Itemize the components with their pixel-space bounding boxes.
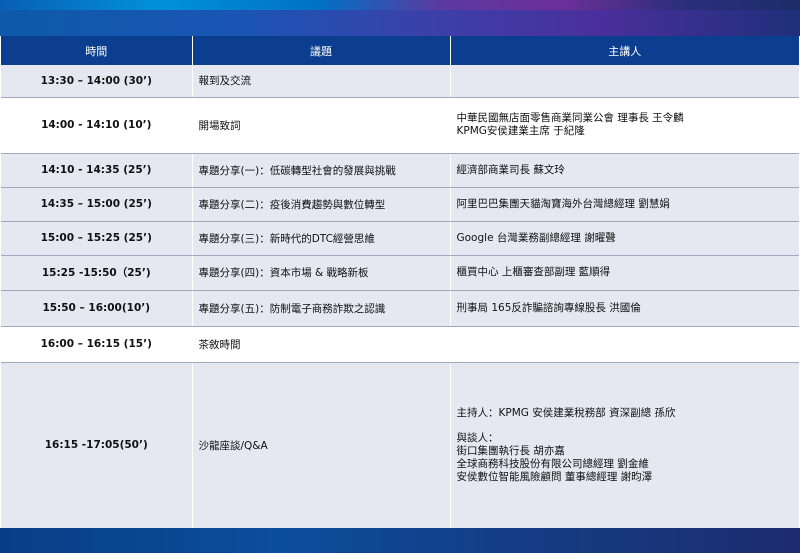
row-speaker [450, 65, 799, 98]
header-time: 時間 [1, 36, 193, 65]
speaker-line: 安侯數位智能風險顧問 董事總經理 謝昀澤 [456, 470, 653, 483]
row-topic: 沙龍座談/Q&A [192, 362, 451, 529]
row-speaker: 刑事局 165反詐騙諮詢專線股長 洪國倫 [450, 290, 799, 327]
table-row: 16:15 -17:05(50’) 沙龍座談/Q&A 主持人：KPMG 安侯建業… [1, 362, 799, 529]
row-topic: 專題分享(三)：新時代的DTC經營思維 [192, 221, 451, 256]
row-time: 16:00 – 16:15 (15’) [1, 326, 193, 363]
speaker-line: Google 台灣業務副總經理 謝曜聲 [456, 231, 616, 244]
row-speaker [450, 326, 799, 363]
row-time: 15:25 -15:50（25’) [1, 255, 193, 291]
row-topic: 報到及交流 [192, 65, 451, 98]
speaker-line: 街口集團執行長 胡亦嘉 [456, 444, 565, 457]
bottom-decorative-band [0, 528, 800, 553]
table-row: 14:35 – 15:00 (25’) 專題分享(二)：疫後消費趨勢與數位轉型 … [1, 187, 799, 222]
row-topic: 專題分享(二)：疫後消費趨勢與數位轉型 [192, 187, 451, 222]
row-time: 16:15 -17:05(50’) [1, 362, 193, 529]
speaker-line: 櫃買中心 上櫃審查部副理 藍順得 [456, 266, 611, 278]
row-speaker: 主持人：KPMG 安侯建業稅務部 資深副總 孫欣 與談人： 街口集團執行長 胡亦… [450, 362, 799, 529]
speaker-line: 阿里巴巴集團天貓淘寶海外台灣總經理 劉慧娟 [456, 197, 670, 210]
row-topic: 專題分享(五)：防制電子商務詐欺之認識 [192, 290, 451, 327]
speaker-line: 經濟部商業司長 蘇文玲 [456, 163, 565, 176]
table-row: 15:00 – 15:25 (25’) 專題分享(三)：新時代的DTC經營思維 … [1, 221, 799, 256]
row-time: 14:35 – 15:00 (25’) [1, 187, 193, 222]
row-topic: 開場致詞 [192, 97, 451, 154]
top-decorative-band [0, 0, 800, 36]
row-time: 14:00 - 14:10 (10’) [1, 97, 193, 154]
header-topic: 議題 [192, 36, 451, 65]
row-speaker: Google 台灣業務副總經理 謝曜聲 [450, 221, 799, 256]
row-speaker: 中華民國無店面零售商業同業公會 理事長 王令麟 KPMG安侯建業主席 于紀隆 [450, 97, 799, 154]
table-row: 15:25 -15:50（25’) 專題分享(四)：資本市場 & 戰略新板 櫃買… [1, 255, 799, 291]
row-speaker: 經濟部商業司長 蘇文玲 [450, 153, 799, 188]
table-row: 13:30 – 14:00 (30’) 報到及交流 [1, 65, 799, 98]
row-time: 14:10 - 14:35 (25’) [1, 153, 193, 188]
row-speaker: 櫃買中心 上櫃審查部副理 藍順得 [450, 255, 799, 291]
agenda-header-row: 時間 議題 主講人 [1, 36, 799, 65]
table-row: 14:00 - 14:10 (10’) 開場致詞 中華民國無店面零售商業同業公會… [1, 97, 799, 154]
speaker-line: KPMG安侯建業主席 于紀隆 [456, 125, 585, 137]
row-time: 13:30 – 14:00 (30’) [1, 65, 193, 98]
panelist-heading: 與談人： [456, 431, 499, 444]
row-topic: 專題分享(四)：資本市場 & 戰略新板 [192, 255, 451, 291]
row-topic: 茶敘時間 [192, 326, 451, 363]
moderator-line: 主持人：KPMG 安侯建業稅務部 資深副總 孫欣 [456, 406, 676, 419]
agenda-table: 時間 議題 主講人 13:30 – 14:00 (30’) 報到及交流 14:0… [1, 36, 799, 529]
table-row: 16:00 – 16:15 (15’) 茶敘時間 [1, 326, 799, 363]
table-row: 15:50 – 16:00(10’) 專題分享(五)：防制電子商務詐欺之認識 刑… [1, 290, 799, 327]
row-speaker: 阿里巴巴集團天貓淘寶海外台灣總經理 劉慧娟 [450, 187, 799, 222]
row-time: 15:50 – 16:00(10’) [1, 290, 193, 327]
row-topic: 專題分享(一)：低碳轉型社會的發展與挑戰 [192, 153, 451, 188]
header-speaker: 主講人 [450, 36, 799, 65]
speaker-line: 中華民國無店面零售商業同業公會 理事長 王令麟 [456, 112, 684, 124]
row-time: 15:00 – 15:25 (25’) [1, 221, 193, 256]
speaker-line: 全球商務科技股份有限公司總經理 劉金維 [456, 457, 649, 470]
top-color-stripe [0, 0, 800, 10]
speaker-line: 刑事局 165反詐騙諮詢專線股長 洪國倫 [456, 301, 641, 314]
table-row: 14:10 - 14:35 (25’) 專題分享(一)：低碳轉型社會的發展與挑戰… [1, 153, 799, 188]
